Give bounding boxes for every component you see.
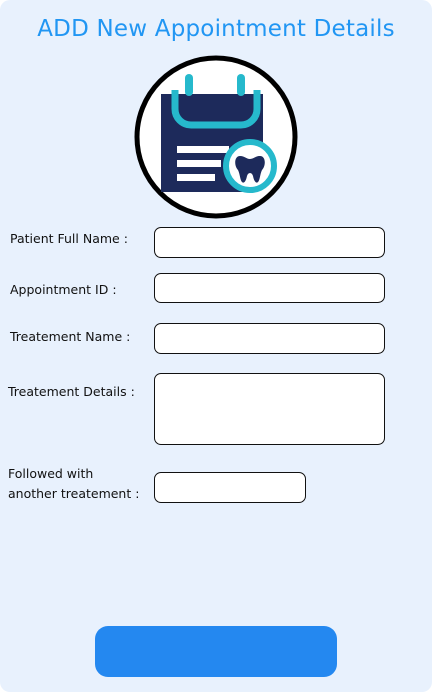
followed-treatment-label-line2: another treatement :: [8, 486, 140, 501]
patient-name-label: Patient Full Name :: [10, 231, 128, 246]
followed-treatment-input[interactable]: [154, 472, 306, 503]
appointment-id-label: Appointment ID :: [10, 282, 117, 297]
followed-treatment-label-line1: Followed with: [8, 466, 94, 481]
page-title: ADD New Appointment Details: [37, 16, 395, 42]
appointment-form-card: ADD New Appointment Details Patient Full…: [0, 0, 432, 692]
appointment-id-input[interactable]: [154, 273, 385, 303]
treatment-name-label: Treatement Name :: [10, 329, 131, 344]
treatment-details-textarea[interactable]: [154, 373, 385, 445]
followed-treatment-label: Followed with another treatement :: [8, 464, 139, 504]
submit-button[interactable]: [95, 626, 337, 677]
treatment-details-label: Treatement Details :: [8, 384, 135, 399]
patient-name-input[interactable]: [154, 227, 385, 258]
treatment-name-input[interactable]: [154, 323, 385, 354]
dental-appointment-logo-icon: [134, 55, 298, 219]
